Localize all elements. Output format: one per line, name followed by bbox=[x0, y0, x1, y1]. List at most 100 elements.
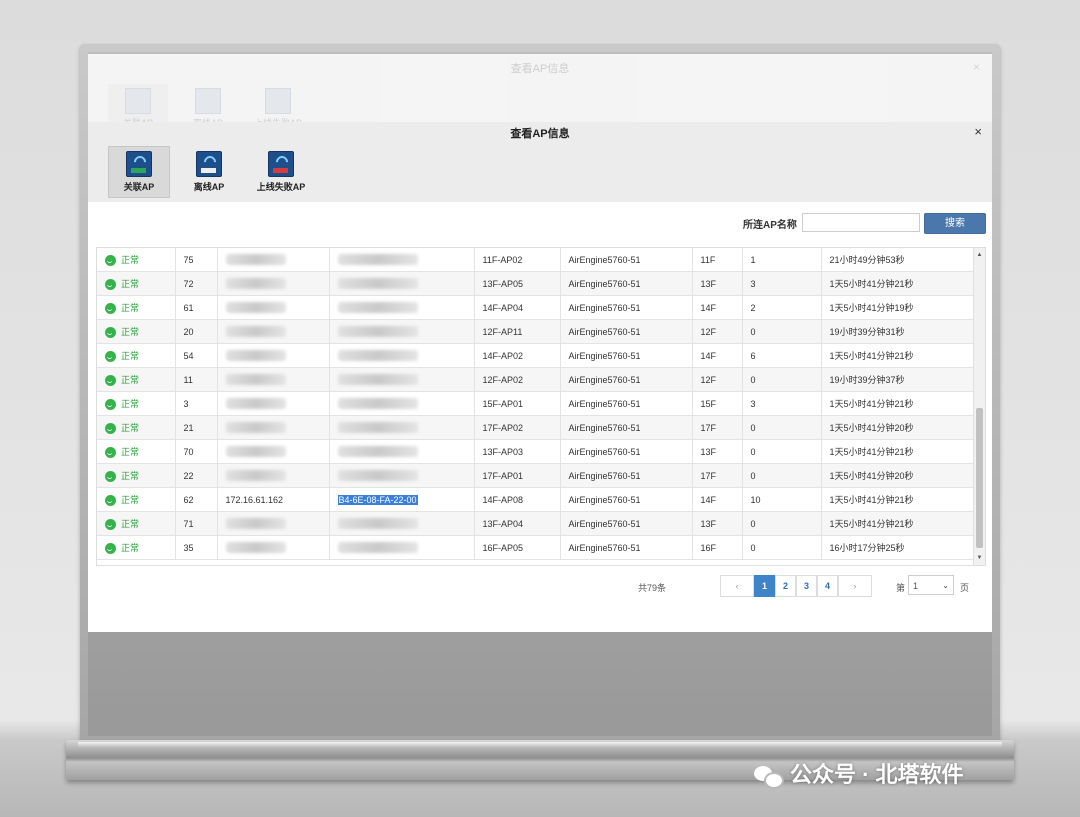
table-row[interactable]: 正常 35 16F-AP05 AirEngine5760-51 16F 0 16小时17分钟… bbox=[97, 535, 974, 560]
table-row[interactable]: 正常 61 14F-AP04 AirEngine5760-51 14F 2 1天5小时41分… bbox=[97, 295, 974, 320]
floor: 15F bbox=[700, 398, 717, 409]
dialog-header: 查看AP信息 × 关联AP 离线AP 上线失败AP bbox=[88, 122, 992, 202]
row-id: 35 bbox=[183, 542, 194, 553]
ap-name: 17F-AP01 bbox=[482, 470, 524, 481]
redacted-mac bbox=[337, 302, 418, 314]
associated-ap-icon bbox=[126, 151, 152, 177]
status-ok-icon bbox=[105, 423, 116, 435]
prev-page-button[interactable]: ‹ bbox=[720, 575, 754, 597]
floor: 14F bbox=[700, 350, 717, 361]
row-id: 54 bbox=[183, 350, 194, 361]
status-ok-icon bbox=[105, 447, 116, 459]
close-icon[interactable]: × bbox=[974, 124, 982, 139]
scroll-up-icon[interactable]: ▲ bbox=[974, 250, 985, 260]
table-row[interactable]: 正常 54 14F-AP02 AirEngine5760-51 14F 6 1天5小时41分… bbox=[97, 343, 974, 368]
uptime: 16小时17分钟25秒 bbox=[829, 543, 905, 553]
table-row[interactable]: 正常 21 17F-AP02 AirEngine5760-51 17F 0 1天5小时41分… bbox=[97, 415, 974, 440]
table-row[interactable]: 正常 11 12F-AP02 AirEngine5760-51 12F 0 19小时39分钟… bbox=[97, 367, 974, 392]
ap-model: AirEngine5760-51 bbox=[568, 518, 641, 529]
status-ok-icon bbox=[105, 399, 116, 411]
status-text: 正常 bbox=[121, 398, 140, 409]
ap-model: AirEngine5760-51 bbox=[568, 350, 641, 361]
floor: 14F bbox=[700, 494, 717, 505]
ap-name: 15F-AP01 bbox=[482, 398, 524, 409]
redacted-mac bbox=[337, 254, 418, 266]
redacted-ip bbox=[225, 350, 286, 362]
uptime: 1天5小时41分钟20秒 bbox=[829, 471, 914, 481]
ghost-close-icon: × bbox=[972, 60, 980, 74]
table-row[interactable]: 正常 75 11F-AP02 AirEngine5760-51 11F 1 21小时49分钟… bbox=[97, 248, 974, 272]
chevron-down-icon: ⌄ bbox=[942, 581, 949, 590]
page-3-button[interactable]: 3 bbox=[796, 575, 817, 597]
dialog-title: 查看AP信息 bbox=[510, 128, 570, 140]
floor: 14F bbox=[700, 302, 717, 313]
ap-name: 12F-AP02 bbox=[482, 374, 524, 385]
tab-associated-ap[interactable]: 关联AP bbox=[108, 146, 170, 198]
redacted-mac bbox=[337, 350, 418, 362]
uptime: 21小时49分钟53秒 bbox=[829, 255, 905, 265]
mac-address[interactable]: B4-6E-08-FA-22-00 bbox=[337, 494, 418, 505]
uptime: 1天5小时41分钟21秒 bbox=[829, 351, 914, 361]
status-ok-icon bbox=[105, 471, 116, 483]
table-row[interactable]: 正常 62 172.16.61.162 B4-6E-08-FA-22-00 14F-AP… bbox=[97, 487, 974, 512]
status-ok-icon bbox=[105, 375, 116, 387]
ap-model: AirEngine5760-51 bbox=[568, 374, 641, 385]
search-label: 所连AP名称 bbox=[743, 220, 797, 231]
page-4-button[interactable]: 4 bbox=[817, 575, 838, 597]
user-count: 0 bbox=[750, 326, 756, 337]
redacted-ip bbox=[225, 518, 286, 530]
redacted-mac bbox=[337, 278, 418, 290]
status-ok-icon bbox=[105, 519, 116, 531]
page-select[interactable]: 1 ⌄ bbox=[908, 575, 954, 595]
status-text: 正常 bbox=[121, 542, 140, 553]
tab-online-failed-ap[interactable]: 上线失败AP bbox=[248, 146, 314, 198]
table-row[interactable]: 正常 71 13F-AP04 AirEngine5760-51 13F 0 1天5小时41分… bbox=[97, 511, 974, 536]
offline-ap-icon bbox=[196, 151, 222, 177]
status-text: 正常 bbox=[121, 302, 140, 313]
row-id: 61 bbox=[183, 302, 194, 313]
online-failed-ap-icon bbox=[268, 151, 294, 177]
next-page-button[interactable]: › bbox=[838, 575, 872, 597]
table-row[interactable]: 正常 70 13F-AP03 AirEngine5760-51 13F 0 1天5小时41分… bbox=[97, 439, 974, 464]
ap-name: 13F-AP04 bbox=[482, 518, 524, 529]
ap-model: AirEngine5760-51 bbox=[568, 326, 641, 337]
floor: 11F bbox=[700, 254, 716, 265]
page-2-button[interactable]: 2 bbox=[775, 575, 796, 597]
table-row[interactable]: 正常 72 13F-AP05 AirEngine5760-51 13F 3 1天5小时41分… bbox=[97, 271, 974, 296]
user-count: 0 bbox=[750, 446, 756, 457]
status-text: 正常 bbox=[121, 422, 140, 433]
row-id: 71 bbox=[183, 518, 194, 529]
ap-name-search-input[interactable] bbox=[802, 213, 920, 232]
table-scrollbar[interactable]: ▲ ▼ bbox=[973, 248, 985, 565]
table-row[interactable]: 正常 20 12F-AP11 AirEngine5760-51 12F 0 19小时39分钟… bbox=[97, 319, 974, 344]
floor: 13F bbox=[700, 446, 717, 457]
ap-info-dialog: 查看AP信息 × 关联AP 离线AP 上线失败AP 所连AP名称 搜索 正常 7… bbox=[88, 122, 992, 632]
user-count: 0 bbox=[750, 518, 756, 529]
search-button[interactable]: 搜索 bbox=[924, 213, 986, 234]
scroll-down-icon[interactable]: ▼ bbox=[974, 553, 985, 563]
uptime: 1天5小时41分钟21秒 bbox=[829, 495, 914, 505]
ap-name: 14F-AP08 bbox=[482, 494, 524, 505]
total-count: 共79条 bbox=[638, 583, 667, 593]
redacted-mac bbox=[337, 374, 418, 386]
table-row[interactable]: 正常 3 15F-AP01 AirEngine5760-51 15F 3 1天5小时41分钟… bbox=[97, 391, 974, 416]
table-row[interactable]: 正常 22 17F-AP01 AirEngine5760-51 17F 0 1天5小时41分… bbox=[97, 463, 974, 488]
watermark: 公众号 · 北塔软件 bbox=[754, 757, 964, 790]
wechat-icon bbox=[754, 764, 784, 790]
redacted-ip bbox=[225, 302, 286, 314]
page-suffix: 页 bbox=[960, 583, 970, 593]
status-text: 正常 bbox=[121, 494, 140, 505]
tab-offline-ap[interactable]: 离线AP bbox=[178, 146, 240, 198]
page-1-button[interactable]: 1 bbox=[754, 575, 775, 597]
uptime: 1天5小时41分钟21秒 bbox=[829, 279, 914, 289]
uptime: 1天5小时41分钟19秒 bbox=[829, 303, 914, 313]
status-ok-icon bbox=[105, 495, 116, 507]
redacted-mac bbox=[337, 446, 418, 458]
status-text: 正常 bbox=[121, 374, 140, 385]
uptime: 1天5小时41分钟21秒 bbox=[829, 519, 914, 529]
row-id: 11 bbox=[183, 374, 193, 385]
floor: 17F bbox=[700, 422, 717, 433]
redacted-ip bbox=[225, 470, 286, 482]
scroll-thumb[interactable] bbox=[976, 408, 983, 548]
ghost-dialog-title: 查看AP信息 bbox=[510, 63, 570, 75]
